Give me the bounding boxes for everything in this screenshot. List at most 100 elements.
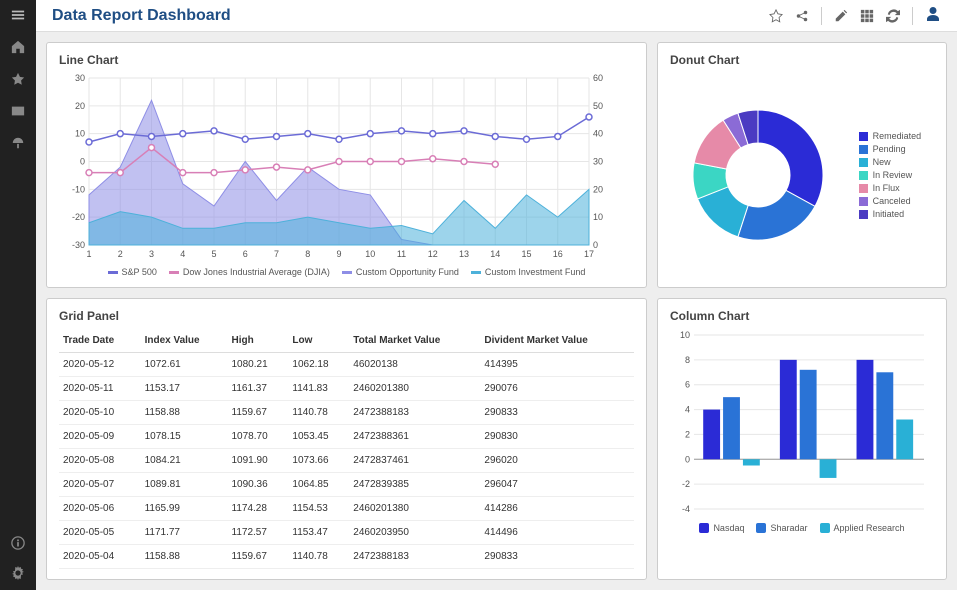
svg-text:13: 13 [459, 249, 469, 259]
table-row[interactable]: 2020-05-111153.171161.371141.83246020138… [59, 377, 634, 401]
table-row[interactable]: 2020-05-091078.151078.701053.45247238836… [59, 425, 634, 449]
column-header[interactable]: Index Value [141, 329, 228, 353]
table-cell: 1165.99 [141, 497, 228, 521]
edit-icon[interactable] [834, 9, 848, 23]
table-row[interactable]: 2020-05-081084.211091.901073.66247283746… [59, 449, 634, 473]
svg-text:14: 14 [490, 249, 500, 259]
table-cell: 296020 [480, 449, 634, 473]
table-cell: 1172.57 [228, 521, 289, 545]
column-header[interactable]: Low [288, 329, 349, 353]
svg-text:40: 40 [593, 129, 603, 139]
svg-text:9: 9 [336, 249, 341, 259]
nav-sidebar [0, 0, 36, 590]
table-cell: 1140.78 [288, 545, 349, 569]
home-icon[interactable] [11, 40, 25, 54]
table-cell: 1072.61 [141, 353, 228, 377]
column-header[interactable]: Total Market Value [349, 329, 480, 353]
legend-item[interactable]: In Review [859, 170, 922, 180]
donut-chart [683, 100, 833, 250]
star-icon[interactable] [11, 72, 25, 86]
table-cell: 1153.47 [288, 521, 349, 545]
info-icon[interactable] [11, 536, 25, 550]
svg-text:15: 15 [521, 249, 531, 259]
table-cell: 414395 [480, 353, 634, 377]
refresh-icon[interactable] [886, 9, 900, 23]
legend-item[interactable]: Nasdaq [699, 523, 744, 533]
gear-icon[interactable] [11, 566, 25, 580]
legend-item[interactable]: Custom Opportunity Fund [342, 267, 459, 277]
svg-text:60: 60 [593, 73, 603, 83]
svg-text:2: 2 [118, 249, 123, 259]
svg-text:8: 8 [305, 249, 310, 259]
share-icon[interactable] [795, 9, 809, 23]
legend-item[interactable]: Canceled [859, 196, 922, 206]
svg-text:10: 10 [593, 212, 603, 222]
table-row[interactable]: 2020-05-121072.611080.211062.18460201384… [59, 353, 634, 377]
table-cell: 1153.17 [141, 377, 228, 401]
legend-item[interactable]: Remediated [859, 131, 922, 141]
svg-text:30: 30 [593, 157, 603, 167]
svg-text:6: 6 [243, 249, 248, 259]
table-cell: 2020-05-12 [59, 353, 141, 377]
table-cell: 1174.28 [228, 497, 289, 521]
table-cell: 2472839385 [349, 473, 480, 497]
svg-text:3: 3 [149, 249, 154, 259]
legend-item[interactable]: Applied Research [820, 523, 905, 533]
favorite-icon[interactable] [769, 9, 783, 23]
menu-icon[interactable] [11, 8, 25, 22]
legend-item[interactable]: New [859, 157, 922, 167]
svg-text:4: 4 [180, 249, 185, 259]
table-row[interactable]: 2020-05-071089.811090.361064.85247283938… [59, 473, 634, 497]
svg-text:-20: -20 [72, 212, 85, 222]
table-cell: 2020-05-09 [59, 425, 141, 449]
column-header[interactable]: Trade Date [59, 329, 141, 353]
table-cell: 2020-05-04 [59, 545, 141, 569]
svg-text:12: 12 [428, 249, 438, 259]
svg-text:10: 10 [365, 249, 375, 259]
svg-text:7: 7 [274, 249, 279, 259]
table-cell: 290830 [480, 425, 634, 449]
column-header[interactable]: High [228, 329, 289, 353]
legend-item[interactable]: Initiated [859, 209, 922, 219]
line-chart-legend: S&P 500 Dow Jones Industrial Average (DJI… [59, 267, 634, 277]
table-cell: 1154.53 [288, 497, 349, 521]
table-cell: 1090.36 [228, 473, 289, 497]
table-row[interactable]: 2020-05-051171.771172.571153.47246020395… [59, 521, 634, 545]
user-icon[interactable] [925, 6, 941, 22]
svg-text:0: 0 [80, 157, 85, 167]
table-row[interactable]: 2020-05-041158.881159.671140.78247238818… [59, 545, 634, 569]
column-header[interactable]: Divident Market Value [480, 329, 634, 353]
svg-text:-2: -2 [682, 479, 690, 489]
donut-chart-panel: Donut Chart RemediatedPendingNewIn Revie… [657, 42, 947, 288]
legend-item[interactable]: Dow Jones Industrial Average (DJIA) [169, 267, 330, 277]
svg-text:10: 10 [680, 330, 690, 340]
line-chart: -30-20-100102030010203040506012345678910… [59, 73, 619, 263]
table-cell: 414286 [480, 497, 634, 521]
svg-text:5: 5 [211, 249, 216, 259]
line-chart-panel: Line Chart -30-20-1001020300102030405060… [46, 42, 647, 288]
table-cell: 414496 [480, 521, 634, 545]
table-row[interactable]: 2020-05-061165.991174.281154.53246020138… [59, 497, 634, 521]
table-cell: 1078.70 [228, 425, 289, 449]
dashboard-icon[interactable] [11, 136, 25, 150]
svg-text:16: 16 [553, 249, 563, 259]
card-icon[interactable] [11, 104, 25, 118]
column-chart-panel: Column Chart -4-20246810 NasdaqSharadarA… [657, 298, 947, 580]
table-cell: 46020138 [349, 353, 480, 377]
legend-item[interactable]: Pending [859, 144, 922, 154]
table-cell: 1158.88 [141, 401, 228, 425]
table-row[interactable]: 2020-05-101158.881159.671140.78247238818… [59, 401, 634, 425]
table-cell: 1171.77 [141, 521, 228, 545]
svg-text:50: 50 [593, 101, 603, 111]
legend-item[interactable]: In Flux [859, 183, 922, 193]
grid-icon[interactable] [860, 9, 874, 23]
table-cell: 296047 [480, 473, 634, 497]
svg-text:-4: -4 [682, 504, 690, 514]
legend-item[interactable]: Custom Investment Fund [471, 267, 586, 277]
panel-title: Line Chart [59, 53, 634, 67]
table-cell: 2472837461 [349, 449, 480, 473]
table-cell: 1140.78 [288, 401, 349, 425]
grid-scroll[interactable]: Trade DateIndex ValueHighLowTotal Market… [59, 329, 634, 569]
legend-item[interactable]: S&P 500 [108, 267, 157, 277]
legend-item[interactable]: Sharadar [756, 523, 807, 533]
